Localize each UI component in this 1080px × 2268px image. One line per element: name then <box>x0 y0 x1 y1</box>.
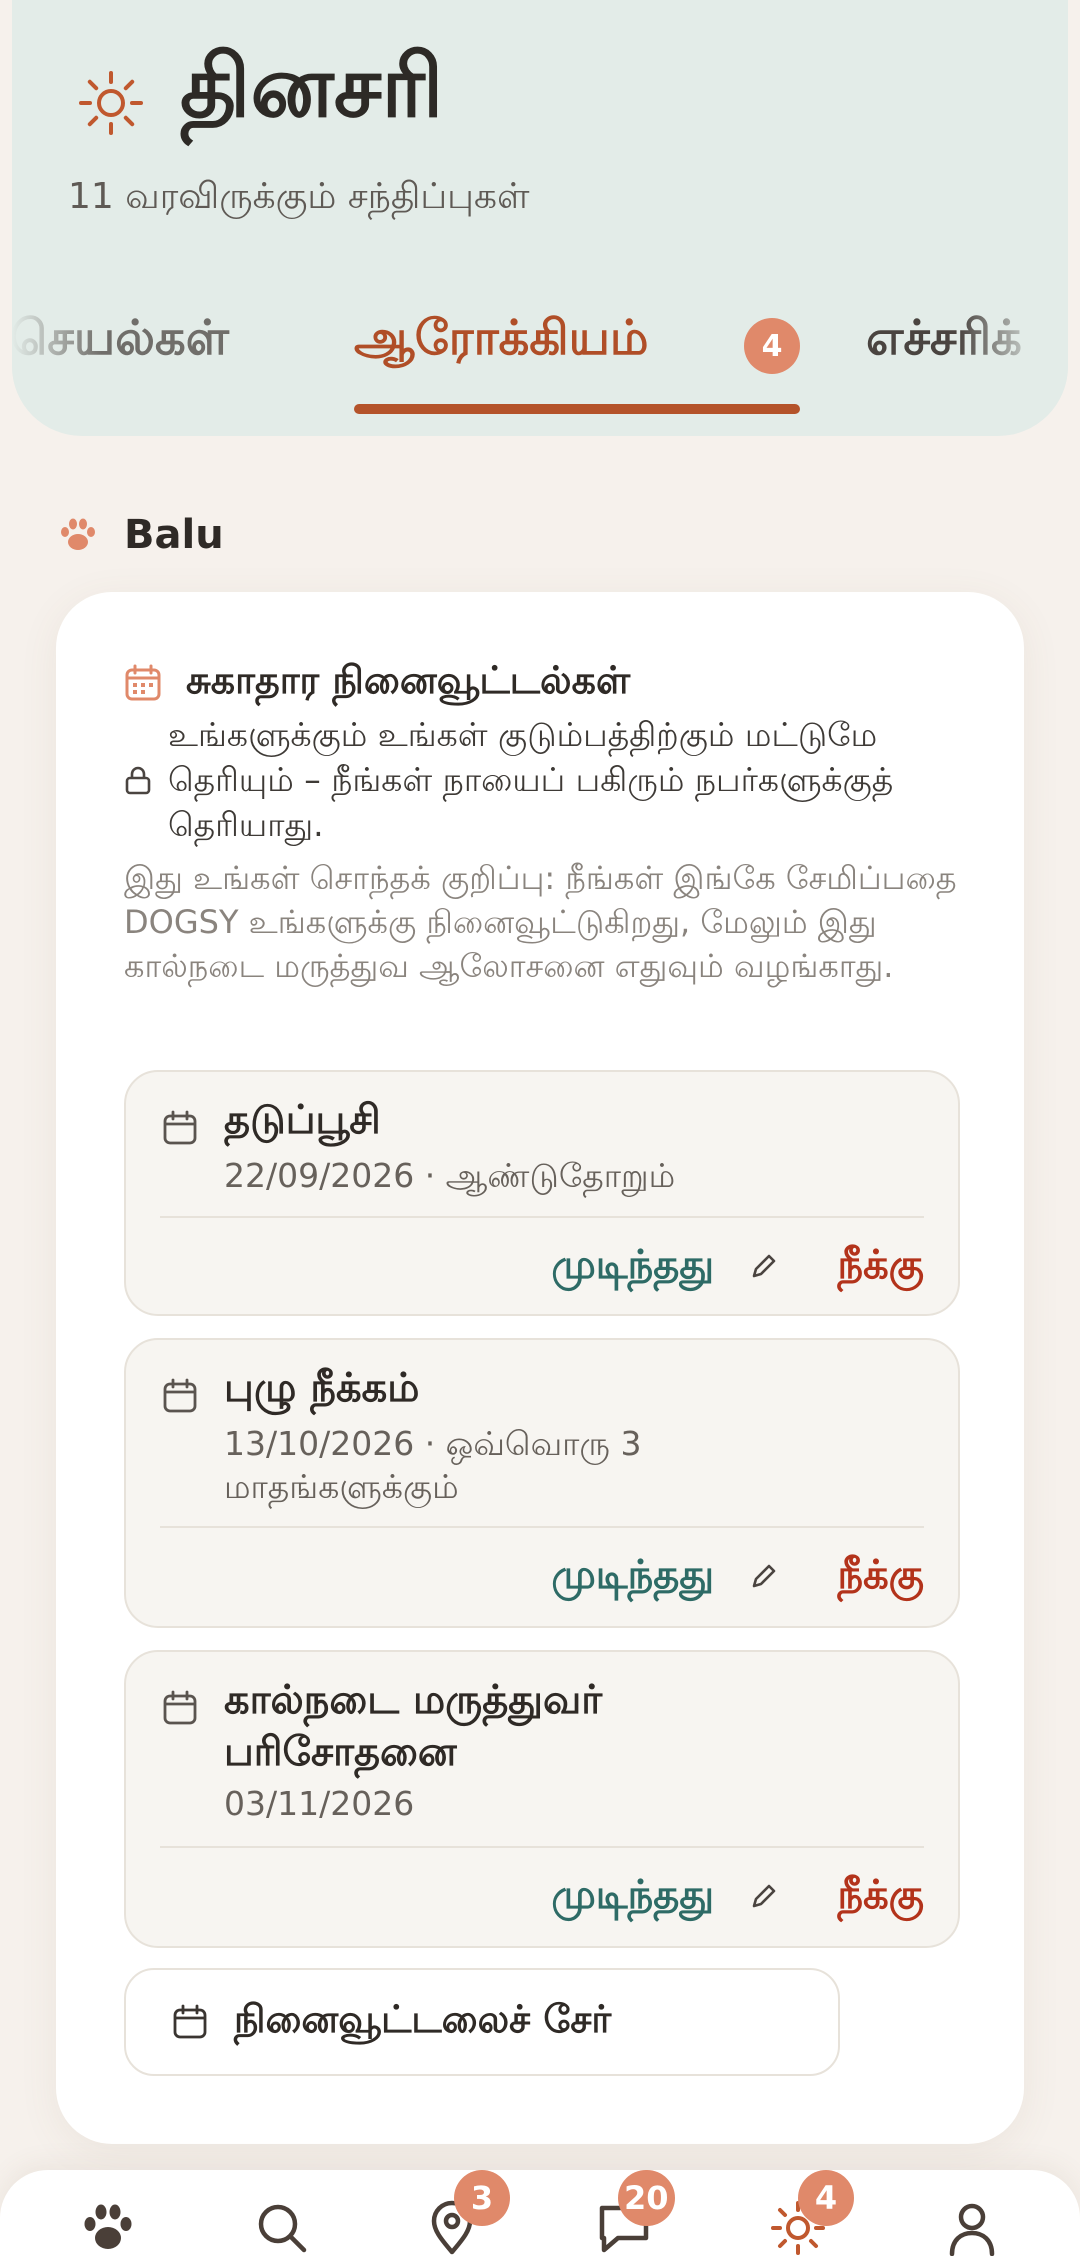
nav-search[interactable] <box>254 2200 310 2256</box>
nav-daily[interactable]: 4 <box>770 2170 854 2256</box>
reminder-meta: 22/09/2026 · ஆண்டுதோறும் <box>224 1156 676 1195</box>
card-header: சுகாதார நினைவூட்டல்கள் <box>124 658 630 708</box>
nav-chat[interactable]: 20 <box>596 2170 675 2256</box>
divider <box>160 1216 924 1218</box>
nav-home[interactable] <box>80 2200 136 2256</box>
header: தினசரி 11 வரவிருக்கும் சந்திப்புகள் செயல… <box>12 0 1068 436</box>
edit-icon[interactable] <box>748 1560 780 1592</box>
privacy-note: உங்களுக்கும் உங்கள் குடும்பத்திற்கும் மட… <box>124 712 1004 847</box>
page-title: தினசரி <box>180 37 444 137</box>
search-icon <box>258 2204 307 2253</box>
reminder-meta: 03/11/2026 <box>224 1784 415 1823</box>
reminder-title: கால்நடை மருத்துவர் பரிசோதனை <box>224 1677 603 1775</box>
profile-icon <box>949 2203 995 2257</box>
lock-icon <box>125 766 151 794</box>
divider <box>160 1526 924 1528</box>
edit-icon[interactable] <box>748 1250 780 1282</box>
remove-button[interactable]: நீக்கு <box>837 1872 924 1923</box>
nav-map[interactable]: 3 <box>424 2170 510 2256</box>
paw-icon <box>84 2204 132 2249</box>
pet-header: Balu <box>58 508 224 562</box>
nav-map-badge: 3 <box>454 2170 510 2226</box>
remove-button[interactable]: நீக்கு <box>837 1552 924 1603</box>
pet-name: Balu <box>124 512 224 558</box>
nav-chat-badge: 20 <box>618 2170 675 2226</box>
calendar-icon <box>125 664 161 701</box>
reminder-item: புழு நீக்கம் 13/10/2026 · ஒவ்வொரு 3 மாதங… <box>124 1338 960 1628</box>
health-reminders-card: சுகாதார நினைவூட்டல்கள் உங்களுக்கும் உங்க… <box>56 592 1024 2144</box>
add-reminder-button[interactable]: நினைவூட்டலைச் சேர் <box>124 1968 840 2076</box>
calendar-icon <box>163 1378 197 1413</box>
tab-fade-right <box>958 300 1068 420</box>
nav-daily-badge: 4 <box>798 2170 854 2226</box>
divider <box>160 1846 924 1848</box>
paw-icon <box>61 518 95 550</box>
calendar-icon <box>163 1690 197 1725</box>
reminder-item: தடுப்பூசி 22/09/2026 · ஆண்டுதோறும் முடிந… <box>124 1070 960 1316</box>
mark-done-button[interactable]: முடிந்தது <box>551 1872 714 1923</box>
reminder-title: தடுப்பூசி <box>224 1097 381 1143</box>
active-tab-indicator <box>354 404 800 414</box>
nav-profile[interactable] <box>944 2200 1000 2257</box>
mark-done-button[interactable]: முடிந்தது <box>551 1552 714 1603</box>
bottom-nav: 3 20 4 <box>0 2170 1080 2268</box>
privacy-text: உங்களுக்கும் உங்கள் குடும்பத்திற்கும் மட… <box>168 715 894 844</box>
calendar-icon <box>163 1110 197 1145</box>
card-title: சுகாதார நினைவூட்டல்கள் <box>186 658 631 702</box>
edit-icon[interactable] <box>748 1880 780 1912</box>
mark-done-button[interactable]: முடிந்தது <box>551 1242 714 1293</box>
disclaimer-text: இது உங்கள் சொந்தக் குறிப்பு: நீங்கள் இங்… <box>124 859 957 985</box>
calendar-icon <box>173 2004 207 2039</box>
tab-bar: செயல்கள் ஆரோக்கியம் 4 எச்சரிக் <box>12 300 1068 420</box>
reminder-meta: 13/10/2026 · ஒவ்வொரு 3 மாதங்களுக்கும் <box>224 1424 642 1506</box>
add-reminder-label: நினைவூட்டலைச் சேர் <box>234 1997 612 2041</box>
tab-fade-left <box>12 300 102 420</box>
tab-health-badge: 4 <box>744 318 800 374</box>
tab-health[interactable]: ஆரோக்கியம் <box>354 310 648 372</box>
remove-button[interactable]: நீக்கு <box>837 1242 924 1293</box>
reminder-item: கால்நடை மருத்துவர் பரிசோதனை 03/11/2026 ம… <box>124 1650 960 1948</box>
page-subtitle: 11 வரவிருக்கும் சந்திப்புகள் <box>68 176 530 217</box>
sun-icon <box>79 71 143 135</box>
reminder-title: புழு நீக்கம் <box>224 1365 420 1411</box>
